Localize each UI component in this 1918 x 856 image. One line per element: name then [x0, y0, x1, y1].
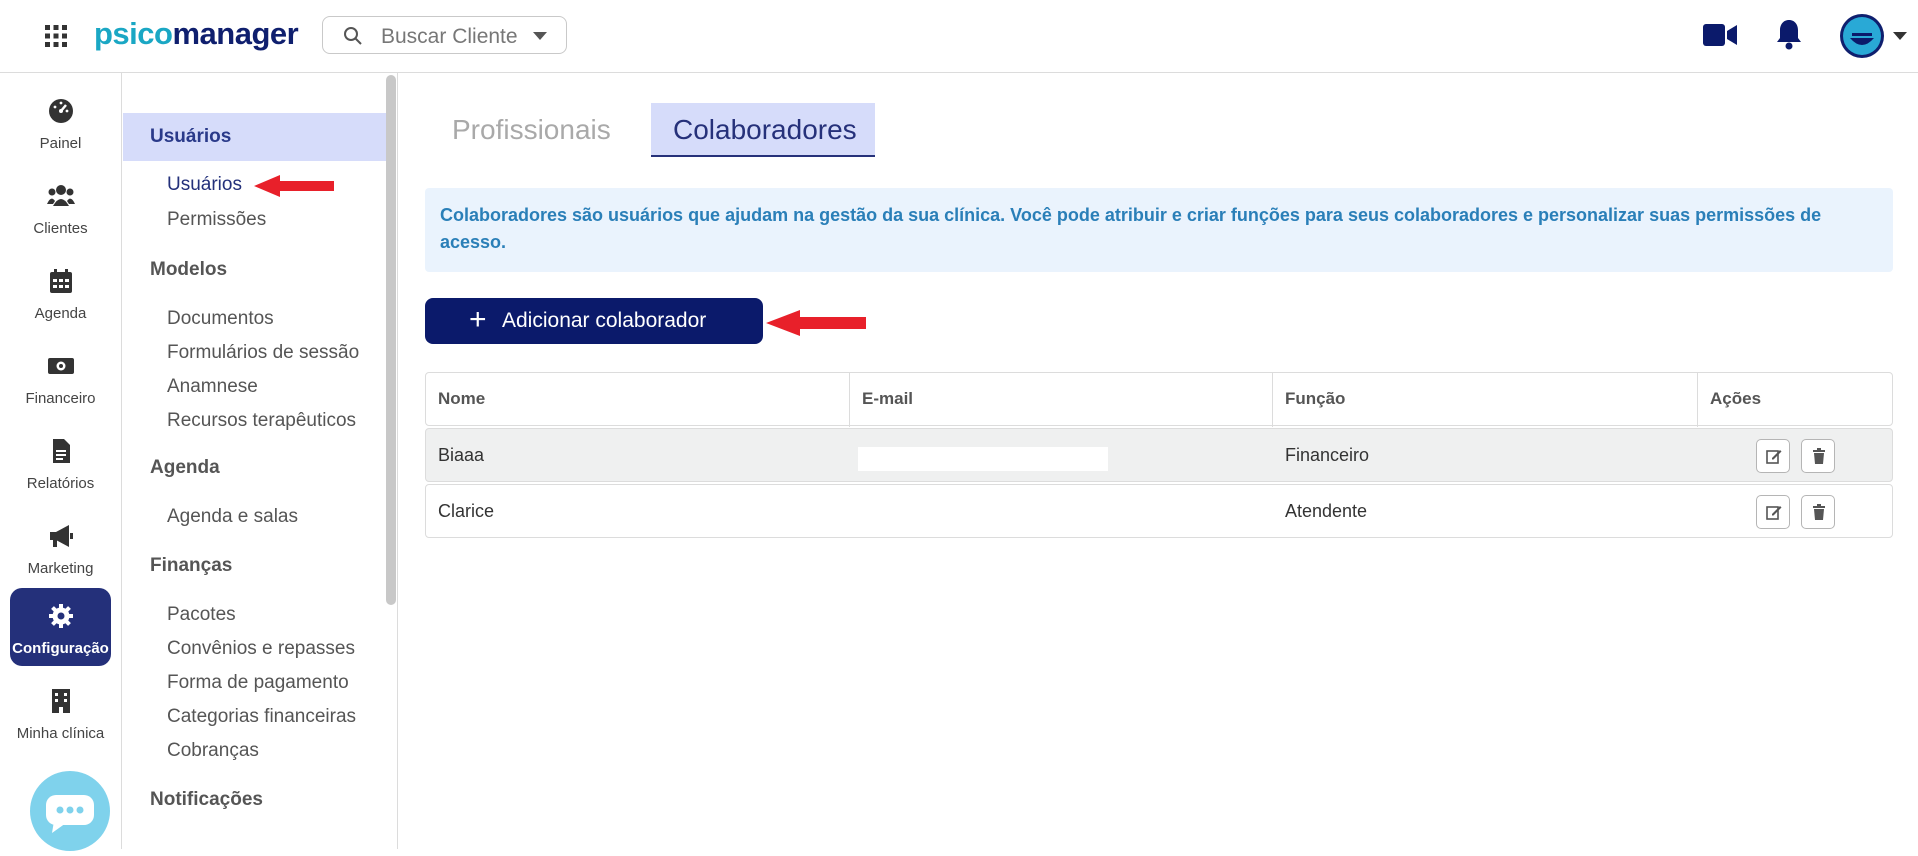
- submenu-section-financas[interactable]: Finanças: [123, 542, 386, 590]
- apps-grid-icon[interactable]: [44, 24, 68, 48]
- nav-label: Minha clínica: [16, 725, 105, 742]
- submenu-item-cobrancas[interactable]: Cobranças: [167, 740, 259, 762]
- nav-label: Marketing: [27, 560, 94, 577]
- cell-funcao: Atendente: [1285, 501, 1368, 521]
- calendar-icon: [50, 269, 72, 293]
- submenu-item-documentos[interactable]: Documentos: [167, 308, 274, 330]
- app-logo[interactable]: psicomanager: [94, 14, 299, 54]
- gear-icon: [49, 604, 73, 628]
- report-icon: [53, 439, 70, 463]
- submenu-item-convenios[interactable]: Convênios e repasses: [167, 638, 355, 660]
- nav-marketing[interactable]: Marketing: [10, 508, 111, 586]
- submenu-item-permissoes[interactable]: Permissões: [167, 209, 266, 231]
- submenu-section-agenda[interactable]: Agenda: [123, 444, 386, 492]
- users-icon: [47, 185, 75, 206]
- column-header-email[interactable]: E-mail: [850, 373, 1273, 427]
- submenu-item-formularios[interactable]: Formulários de sessão: [167, 342, 359, 364]
- submenu-section-modelos[interactable]: Modelos: [123, 246, 386, 294]
- logo-part-manager: manager: [172, 16, 299, 51]
- nav-configuracao[interactable]: Configuração: [10, 588, 111, 666]
- cell-funcao: Financeiro: [1285, 445, 1370, 465]
- search-icon: [344, 27, 362, 45]
- plus-icon: +: [469, 303, 487, 336]
- add-collaborator-label: Adicionar colaborador: [502, 309, 707, 332]
- edit-icon: [1766, 450, 1782, 464]
- top-bar: psicomanager Buscar Cliente: [0, 0, 1918, 73]
- building-icon: [52, 689, 70, 713]
- cell-nome: Biaaa: [438, 445, 485, 465]
- cell-nome: Clarice: [438, 501, 495, 521]
- client-search[interactable]: Buscar Cliente: [322, 16, 567, 54]
- submenu-item-pacotes[interactable]: Pacotes: [167, 604, 236, 626]
- nav-label: Clientes: [33, 220, 88, 237]
- video-call-icon[interactable]: [1703, 22, 1737, 48]
- submenu-section-notificacoes[interactable]: Notificações: [123, 776, 386, 824]
- bell-icon[interactable]: [1775, 18, 1803, 50]
- table-header: Nome E-mail Função Ações: [425, 372, 1893, 427]
- submenu-scrollbar[interactable]: [386, 75, 396, 605]
- submenu-section-usuarios[interactable]: Usuários: [123, 113, 386, 161]
- submenu-item-forma-pagamento[interactable]: Forma de pagamento: [167, 672, 349, 694]
- tab-colaboradores[interactable]: Colaboradores: [651, 103, 875, 157]
- nav-label: Agenda: [34, 305, 87, 322]
- main-nav-rail: Painel Clientes Agenda Financeiro Relató…: [0, 73, 122, 851]
- user-menu-chevron-icon[interactable]: [1893, 32, 1907, 40]
- delete-button[interactable]: [1801, 495, 1835, 529]
- megaphone-icon: [50, 525, 73, 547]
- info-banner: Colaboradores são usuários que ajudam na…: [425, 188, 1893, 272]
- edit-button[interactable]: [1756, 495, 1790, 529]
- submenu-item-usuarios[interactable]: Usuários: [167, 174, 242, 196]
- nav-financeiro[interactable]: Financeiro: [10, 338, 111, 416]
- annotation-arrow-icon: [766, 310, 866, 336]
- submenu-item-categorias[interactable]: Categorias financeiras: [167, 706, 356, 728]
- nav-minha-clinica[interactable]: Minha clínica: [10, 673, 111, 751]
- nav-relatorios[interactable]: Relatórios: [10, 423, 111, 501]
- trash-icon: [1813, 504, 1825, 520]
- nav-label: Configuração: [12, 640, 109, 657]
- column-header-funcao[interactable]: Função: [1273, 373, 1698, 427]
- collaborators-table: Nome E-mail Função Ações Biaaa Financeir…: [425, 372, 1893, 538]
- nav-label: Financeiro: [25, 390, 96, 407]
- nav-clientes[interactable]: Clientes: [10, 168, 111, 246]
- edit-button[interactable]: [1756, 439, 1790, 473]
- chat-support-button[interactable]: [30, 771, 110, 851]
- chevron-down-icon: [533, 32, 547, 40]
- nav-agenda[interactable]: Agenda: [10, 253, 111, 331]
- annotation-arrow-icon: [254, 175, 334, 197]
- search-placeholder: Buscar Cliente: [381, 25, 518, 48]
- nav-label: Relatórios: [26, 475, 95, 492]
- column-header-acoes: Ações: [1710, 389, 1762, 408]
- chat-icon: [46, 795, 94, 833]
- submenu-item-anamnese[interactable]: Anamnese: [167, 376, 258, 398]
- submenu-item-recursos[interactable]: Recursos terapêuticos: [167, 410, 356, 432]
- avatar[interactable]: [1840, 14, 1884, 58]
- nav-label: Painel: [39, 135, 82, 152]
- delete-button[interactable]: [1801, 439, 1835, 473]
- trash-icon: [1813, 448, 1825, 464]
- add-collaborator-button[interactable]: + Adicionar colaborador: [425, 298, 763, 344]
- money-icon: [48, 358, 74, 374]
- logo-part-psico: psico: [94, 16, 173, 51]
- table-row[interactable]: Clarice Atendente: [425, 484, 1893, 538]
- column-header-nome[interactable]: Nome: [426, 373, 850, 427]
- tab-profissionais[interactable]: Profissionais: [430, 103, 633, 157]
- nav-painel[interactable]: Painel: [10, 83, 111, 161]
- table-row[interactable]: Biaaa Financeiro: [425, 428, 1893, 482]
- cell-email-redacted: [858, 447, 1108, 471]
- avatar-face-icon: [1843, 17, 1881, 55]
- edit-icon: [1766, 506, 1782, 520]
- submenu-item-agenda-salas[interactable]: Agenda e salas: [167, 506, 298, 528]
- dashboard-icon: [49, 99, 73, 123]
